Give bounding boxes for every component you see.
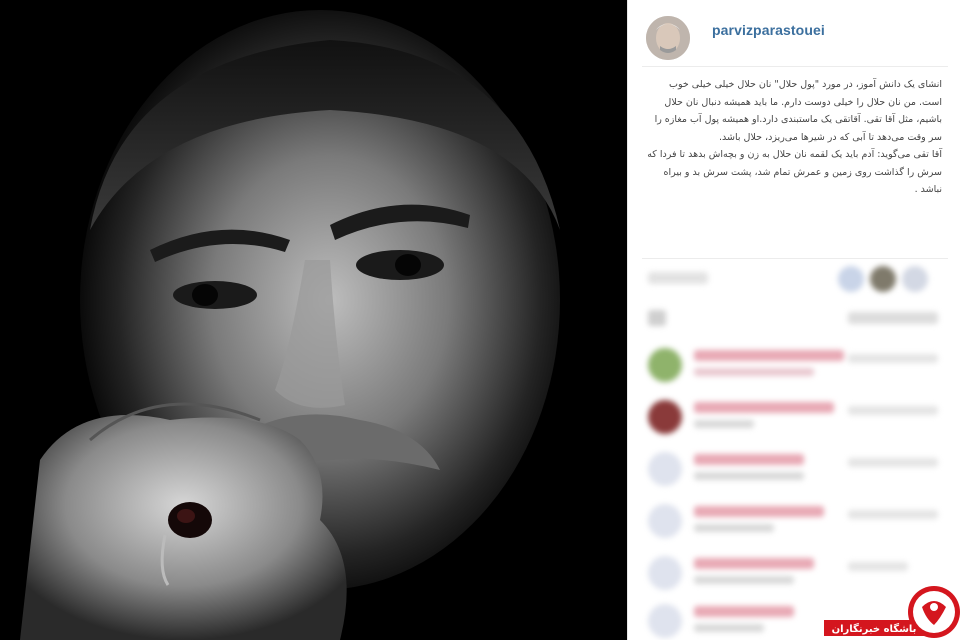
actions-row bbox=[648, 306, 948, 330]
comment-avatar bbox=[648, 556, 682, 590]
post-header: parvizparastouei bbox=[628, 0, 963, 66]
comment-avatar bbox=[648, 504, 682, 538]
comment-avatar bbox=[648, 348, 682, 382]
watermark-logo: باشگاه خبرنگاران bbox=[822, 585, 963, 640]
comment-row bbox=[648, 500, 948, 544]
post-photo[interactable] bbox=[0, 0, 627, 640]
username-link[interactable]: parvizparastouei bbox=[712, 22, 825, 38]
comment-avatar bbox=[648, 452, 682, 486]
yjc-logo-icon: باشگاه خبرنگاران bbox=[824, 586, 960, 638]
post-caption: انشای یک دانش آموز، در مورد "پول حلال" ن… bbox=[644, 76, 942, 199]
comment-row bbox=[648, 448, 948, 492]
comment-row bbox=[648, 344, 948, 388]
post-side-panel: parvizparastouei انشای یک دانش آموز، در … bbox=[627, 0, 963, 640]
caption-paragraph-1: انشای یک دانش آموز، در مورد "پول حلال" ن… bbox=[654, 79, 942, 143]
header-divider bbox=[642, 66, 948, 67]
caption-divider bbox=[642, 258, 948, 259]
comment-avatar bbox=[648, 604, 682, 638]
caption-paragraph-2: آقا تقی می‌گوید: آدم باید یک لقمه نان حل… bbox=[647, 149, 942, 195]
portrait-image bbox=[0, 0, 627, 640]
blurred-comments-area bbox=[628, 260, 963, 640]
comment-avatar bbox=[648, 400, 682, 434]
user-avatar[interactable] bbox=[646, 16, 690, 60]
likes-row bbox=[648, 264, 948, 294]
watermark-label: باشگاه خبرنگاران bbox=[832, 622, 917, 635]
avatar-icon bbox=[646, 16, 690, 60]
comment-row bbox=[648, 396, 948, 440]
